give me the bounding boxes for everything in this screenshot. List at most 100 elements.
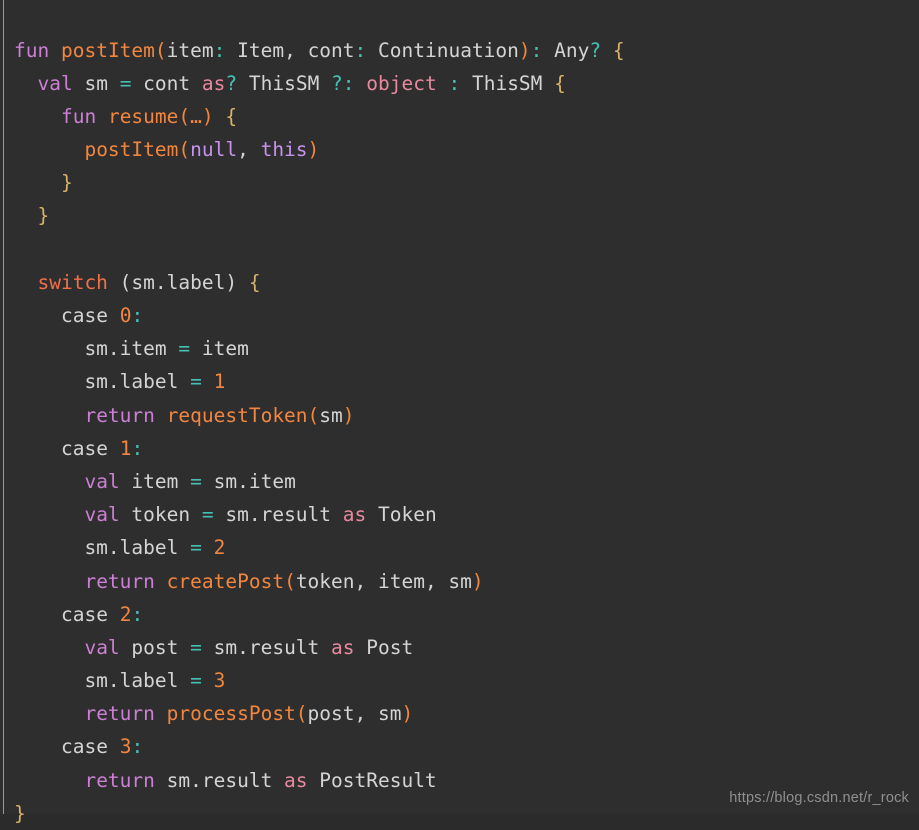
code-token: object [366,72,436,95]
code-token [14,204,37,227]
code-token: 2 [214,536,226,559]
code-token: case [61,735,108,758]
code-token [14,570,84,593]
code-line: sm.label = 1 [0,365,625,398]
code-token: = [178,337,190,360]
code-token: , [284,39,307,62]
code-token [14,171,61,194]
code-token: sm.label [14,536,190,559]
code-token: ThisSM [460,72,554,95]
code-token: (…) [178,105,213,128]
code-token: fun [14,39,49,62]
code-token: sm.item [202,470,296,493]
code-line: return processPost(post, sm) [0,697,625,730]
code-token: 1 [214,370,226,393]
code-token: { [225,105,237,128]
code-line: sm.item = item [0,332,625,365]
code-token: ( [308,404,320,427]
code-token: val [84,636,119,659]
code-token: val [84,503,119,526]
code-token: : [214,39,226,62]
code-token: : [131,304,143,327]
code-token: { [613,39,625,62]
code-token: = [120,72,132,95]
code-token: cont [308,39,355,62]
code-token: = [190,470,202,493]
code-line: } [0,166,625,199]
code-token: : [131,437,143,460]
code-line: return createPost(token, item, sm) [0,565,625,598]
code-token: as [202,72,225,95]
code-token: Item [225,39,284,62]
code-line: fun resume(…) { [0,100,625,133]
code-token: ( [178,138,190,161]
code-token: return [84,570,154,593]
code-token: item [120,470,190,493]
code-token: = [202,503,214,526]
code-token: sm.item [14,337,178,360]
code-token: Post [355,636,414,659]
code-block[interactable]: fun postItem(item: Item, cont: Continuat… [0,20,625,830]
code-token: ) [343,404,355,427]
code-token: case [61,603,108,626]
code-token [14,105,61,128]
code-token: ( [284,570,296,593]
code-token: : [131,603,143,626]
code-token: sm [73,72,120,95]
code-token [155,570,167,593]
code-token: = [190,636,202,659]
code-line: case 0: [0,299,625,332]
code-token [155,404,167,427]
code-token [355,72,367,95]
code-token [14,138,84,161]
code-token: = [190,370,202,393]
code-token [202,669,214,692]
code-token [14,304,61,327]
code-token: ? [225,72,237,95]
code-token [14,702,84,725]
code-line: val item = sm.item [0,465,625,498]
code-token: sm.result [155,769,284,792]
code-token: processPost [167,702,296,725]
code-line: val sm = cont as? ThisSM ?: object : Thi… [0,67,625,100]
code-token: val [37,72,72,95]
code-token: return [84,404,154,427]
code-token: ) [519,39,531,62]
code-line: return requestToken(sm) [0,399,625,432]
code-line: fun postItem(item: Item, cont: Continuat… [0,34,625,67]
code-line: val post = sm.result as Post [0,631,625,664]
code-token: { [554,72,566,95]
code-token [14,735,61,758]
code-token: createPost [167,570,284,593]
code-line: case 3: [0,730,625,763]
code-token: ( [296,702,308,725]
code-token: fun [61,105,96,128]
code-token: 0 [120,304,132,327]
code-line: postItem(null, this) [0,133,625,166]
code-line: } [0,797,625,830]
code-token [14,72,37,95]
code-token: PostResult [308,769,437,792]
code-token: } [37,204,49,227]
code-snippet-viewport: fun postItem(item: Item, cont: Continuat… [0,0,919,814]
code-token [202,536,214,559]
code-token: sm.label [14,370,190,393]
code-token: , [237,138,260,161]
code-token: case [61,437,108,460]
code-token [108,304,120,327]
code-token: post [120,636,190,659]
code-token: ( [155,39,167,62]
code-line: val token = sm.result as Token [0,498,625,531]
code-token [108,603,120,626]
code-token [202,370,214,393]
code-token: as [284,769,307,792]
code-token [108,735,120,758]
code-token: { [249,271,261,294]
code-line [0,233,625,266]
code-token: 2 [120,603,132,626]
code-token: } [14,802,26,825]
code-token: sm [319,404,342,427]
code-token: ?: [331,72,354,95]
code-token: cont [131,72,201,95]
code-token [437,72,449,95]
